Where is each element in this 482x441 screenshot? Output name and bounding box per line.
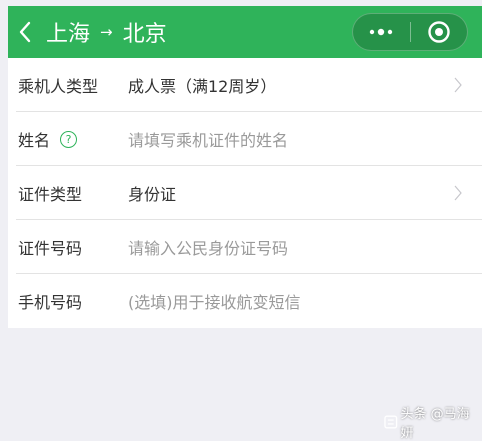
name-row: 姓名 ? 请填写乘机证件的姓名 bbox=[8, 112, 482, 166]
back-icon[interactable] bbox=[8, 6, 42, 58]
target-close-icon bbox=[428, 21, 450, 43]
watermark: 头条 @马海妍 bbox=[384, 407, 480, 441]
passenger-type-row[interactable]: 乘机人类型 成人票（满12周岁） bbox=[8, 58, 482, 112]
navigation-bar: 上海 → 北京 bbox=[8, 6, 482, 58]
id-type-row[interactable]: 证件类型 身份证 bbox=[8, 166, 482, 220]
row-label: 手机号码 bbox=[18, 293, 83, 312]
chevron-right-icon bbox=[454, 77, 462, 93]
phone-input[interactable]: (选填)用于接收航变短信 bbox=[128, 289, 482, 313]
miniprogram-capsule bbox=[352, 13, 468, 51]
route-title: 上海 → 北京 bbox=[46, 16, 167, 48]
close-miniprogram-button[interactable] bbox=[411, 14, 468, 50]
passenger-form: 乘机人类型 成人票（满12周岁） 姓名 ? 请填写乘机证件的姓名 证件类型 身份… bbox=[8, 58, 482, 328]
help-icon[interactable]: ? bbox=[60, 130, 78, 148]
phone-row: 手机号码 (选填)用于接收航变短信 bbox=[8, 274, 482, 328]
chevron-right-icon bbox=[454, 185, 462, 201]
from-city: 上海 bbox=[46, 22, 91, 47]
route-arrow: → bbox=[100, 23, 113, 41]
watermark-text: 头条 @马海妍 bbox=[400, 407, 470, 441]
toutiao-logo-icon bbox=[384, 415, 398, 429]
to-city: 北京 bbox=[122, 22, 167, 47]
id-type-value: 身份证 bbox=[128, 185, 177, 204]
row-label: 乘机人类型 bbox=[18, 77, 99, 96]
id-number-input[interactable]: 请输入公民身份证号码 bbox=[128, 235, 482, 259]
passenger-type-value: 成人票（满12周岁） bbox=[128, 77, 277, 96]
more-menu-button[interactable] bbox=[353, 14, 410, 50]
name-input[interactable]: 请填写乘机证件的姓名 bbox=[128, 127, 482, 151]
row-label: 姓名 ? bbox=[8, 127, 128, 151]
more-dots-icon bbox=[370, 28, 393, 36]
row-label: 证件类型 bbox=[18, 185, 83, 204]
id-number-row: 证件号码 请输入公民身份证号码 bbox=[8, 220, 482, 274]
row-label: 证件号码 bbox=[18, 239, 83, 258]
